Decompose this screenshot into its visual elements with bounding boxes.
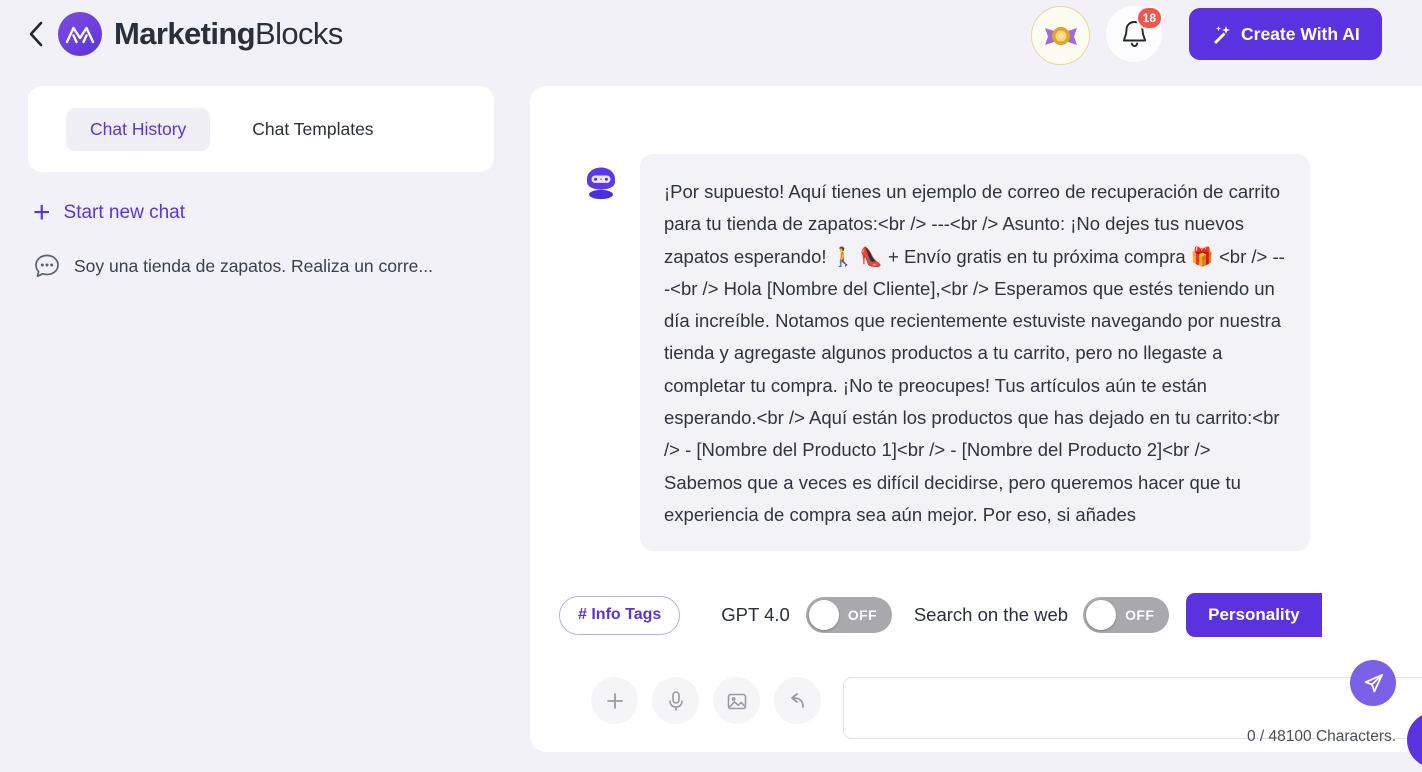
brand-logo-area[interactable]: MarketingBlocks (58, 12, 343, 56)
message-bubble: ¡Por supuesto! Aquí tienes un ejemplo de… (640, 154, 1310, 552)
magic-wand-icon (1214, 25, 1230, 44)
character-counter: 0 / 48100 Characters. (1247, 728, 1397, 745)
chevron-left-icon (29, 21, 43, 47)
gpt-toggle-state: OFF (847, 607, 878, 623)
create-with-ai-label: Create With AI (1241, 23, 1360, 44)
search-web-toggle-state: OFF (1125, 607, 1155, 623)
plus-icon (606, 692, 623, 709)
marketingblocks-logo-icon (58, 12, 102, 56)
create-with-ai-button[interactable]: Create With AI (1189, 8, 1382, 60)
back-button[interactable] (25, 21, 47, 47)
sidebar-tabs: Chat History Chat Templates (28, 86, 494, 172)
plus-icon: + (33, 196, 51, 229)
chat-options-bar: # Info Tags GPT 4.0 OFF Search on the we… (530, 583, 1422, 647)
gpt-version-label: GPT 4.0 (721, 604, 790, 625)
rewards-rosette-icon (1044, 26, 1077, 45)
chat-scroll-area[interactable]: ¡Por supuesto! Aquí tienes un ejemplo de… (530, 86, 1422, 572)
image-upload-button[interactable] (713, 677, 760, 724)
personality-button[interactable]: Personality (1186, 593, 1322, 637)
send-button[interactable] (1350, 660, 1396, 706)
search-web-label: Search on the web (913, 604, 1069, 625)
robot-avatar-icon (587, 167, 615, 200)
start-new-chat-button[interactable]: + Start new chat (33, 198, 494, 228)
search-web-toggle[interactable]: OFF (1083, 597, 1170, 633)
send-paper-plane-icon (1364, 673, 1383, 692)
chat-panel: ¡Por supuesto! Aquí tienes un ejemplo de… (530, 86, 1422, 752)
gpt-toggle[interactable]: OFF (805, 597, 892, 633)
brand-name: MarketingBlocks (114, 16, 343, 52)
list-item-label: Soy una tienda de zapatos. Realiza un co… (74, 255, 433, 276)
sidebar: Chat History Chat Templates + Start new … (28, 86, 494, 280)
chat-bubble-dots-icon (35, 254, 59, 278)
notification-count-badge: 18 (1135, 6, 1163, 30)
info-tags-button[interactable]: # Info Tags (559, 595, 681, 635)
notifications-button[interactable]: 18 (1106, 6, 1163, 62)
add-attachment-button[interactable] (591, 677, 638, 724)
undo-arrow-icon (790, 692, 804, 708)
app-header: MarketingBlocks 18 Create With AI (0, 0, 1422, 70)
gpt-toggle-knob (808, 600, 839, 630)
brand-name-light: Blocks (255, 16, 343, 51)
chat-message-assistant: ¡Por supuesto! Aquí tienes un ejemplo de… (530, 86, 1422, 552)
rewards-button[interactable] (1031, 6, 1090, 65)
search-web-toggle-knob (1086, 600, 1117, 630)
tab-chat-history[interactable]: Chat History (66, 107, 211, 151)
tab-chat-templates[interactable]: Chat Templates (228, 108, 397, 151)
undo-button[interactable] (774, 677, 821, 724)
brand-name-bold: Marketing (114, 16, 256, 51)
voice-input-button[interactable] (652, 677, 699, 724)
microphone-icon (668, 690, 683, 711)
start-new-chat-label: Start new chat (63, 202, 185, 223)
list-item[interactable]: Soy una tienda de zapatos. Realiza un co… (33, 252, 494, 280)
app-root: MarketingBlocks 18 Create With AI Chat H… (0, 0, 1422, 772)
image-icon (727, 693, 746, 709)
